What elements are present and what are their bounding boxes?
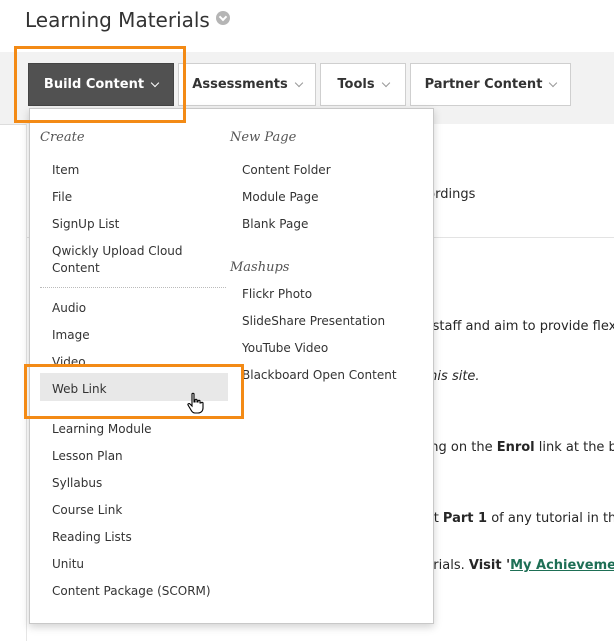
menu-item-content-package[interactable]: Content Package (SCORM) [52, 583, 211, 600]
partner-content-button[interactable]: Partner Content [410, 63, 571, 106]
content-text: utorials. Visit 'My Achievemen [412, 558, 614, 573]
menu-item-learning-module[interactable]: Learning Module [52, 421, 152, 438]
menu-item-course-link[interactable]: Course Link [52, 502, 122, 519]
menu-item-reading-lists[interactable]: Reading Lists [52, 529, 132, 546]
menu-heading-mashups: Mashups [230, 260, 290, 275]
assessments-button[interactable]: Assessments [178, 63, 316, 106]
menu-item-file[interactable]: File [52, 189, 72, 206]
enrol-link-text: Enrol [496, 440, 535, 455]
chevron-down-icon [549, 78, 558, 87]
menu-item-blackboard-open-content[interactable]: Blackboard Open Content [242, 367, 397, 384]
menu-divider [40, 287, 226, 288]
page-title-text: Learning Materials [25, 8, 210, 32]
menu-item-image[interactable]: Image [52, 327, 90, 344]
content-text: ng staff and aim to provide flex [412, 319, 614, 334]
menu-item-slideshare[interactable]: SlideShare Presentation [242, 313, 385, 330]
part-one-text: Part 1 [442, 511, 488, 526]
chevron-down-icon[interactable] [215, 11, 230, 25]
menu-item-qwickly-upload[interactable]: Qwickly Upload Cloud [52, 243, 183, 260]
menu-item-syllabus[interactable]: Syllabus [52, 475, 102, 492]
highlight-box-web-link [24, 364, 244, 419]
menu-item-signup-list[interactable]: SignUp List [52, 216, 119, 233]
my-achievements-link[interactable]: My Achievemen [510, 558, 614, 573]
visit-bold-text: Visit ' [468, 558, 511, 573]
menu-item-audio[interactable]: Audio [52, 300, 86, 317]
enrol-text-post: link at the b [534, 440, 614, 455]
assessments-label: Assessments [192, 77, 288, 92]
menu-heading-new-page: New Page [230, 130, 297, 145]
content-text: visit Part 1 of any tutorial in the [412, 511, 614, 526]
menu-item-lesson-plan[interactable]: Lesson Plan [52, 448, 123, 465]
menu-item-qwickly-upload-cont[interactable]: Content [52, 260, 100, 277]
menu-item-youtube-video[interactable]: YouTube Video [242, 340, 328, 357]
partner-content-label: Partner Content [424, 77, 543, 92]
content-text: cking on the Enrol link at the b [412, 440, 614, 455]
highlight-box-build-content [14, 46, 186, 123]
menu-item-module-page[interactable]: Module Page [242, 189, 319, 206]
menu-heading-create: Create [40, 130, 85, 145]
menu-item-content-folder[interactable]: Content Folder [242, 162, 331, 179]
menu-item-blank-page[interactable]: Blank Page [242, 216, 308, 233]
menu-item-unitu[interactable]: Unitu [52, 556, 84, 573]
page-title: Learning Materials [25, 8, 230, 32]
chevron-down-icon [381, 78, 390, 87]
tools-label: Tools [337, 77, 375, 92]
chevron-down-icon [294, 78, 303, 87]
menu-item-item[interactable]: Item [52, 162, 79, 179]
hand-cursor-icon [187, 392, 204, 414]
menu-item-flickr-photo[interactable]: Flickr Photo [242, 286, 312, 303]
visit-text-post: of any tutorial in the [487, 511, 614, 526]
tools-button[interactable]: Tools [320, 63, 406, 106]
